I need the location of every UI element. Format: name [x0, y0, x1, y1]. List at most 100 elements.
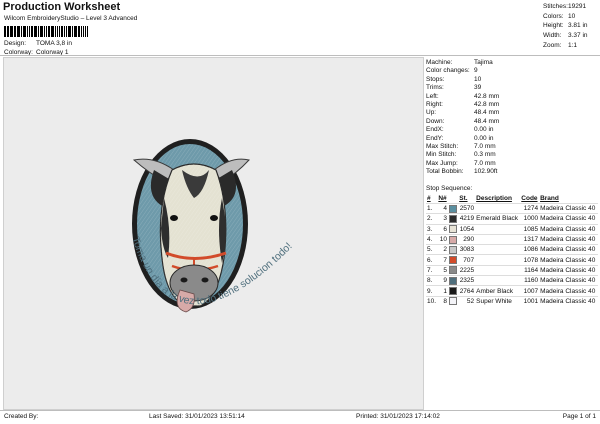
row-stitches: 52	[458, 295, 476, 306]
param-value: 48.4 mm	[474, 109, 500, 117]
row-stitches: 2570	[458, 202, 476, 214]
row-brand: Madeira Classic 40	[539, 233, 598, 245]
colors-label: Colors:	[543, 12, 564, 20]
param-value: 102.90ft	[474, 168, 498, 176]
row-stitches: 2325	[458, 275, 476, 286]
row-stitches: 4219	[458, 213, 476, 225]
param-row: Min Stitch: 0.3 mm	[426, 151, 499, 159]
param-value: 0.00 in	[474, 126, 494, 134]
row-index: 9.	[426, 285, 438, 297]
table-row: 2. 3 4219 Emerald Black 1000 Madeira Classic …	[426, 213, 598, 225]
row-stitches: 707	[458, 254, 476, 266]
colors-value: 10	[568, 12, 576, 20]
param-value: 0.00 in	[474, 134, 494, 142]
param-label: Color changes:	[426, 67, 470, 75]
param-row: Down: 48.4 mm	[426, 118, 499, 126]
worksheet-title: Production Worksheet	[3, 1, 121, 13]
row-code: 1007	[520, 285, 540, 297]
param-label: Stops:	[426, 75, 445, 83]
color-swatch	[448, 235, 457, 244]
row-code: 1274	[520, 202, 540, 214]
table-row: 10. 8 52 Super White 1001 Madeira Classic 40	[426, 295, 598, 306]
barcode-bar	[15, 26, 17, 37]
row-index: 3.	[426, 223, 438, 235]
param-label: EndX:	[426, 126, 444, 134]
barcode-bar	[60, 26, 62, 37]
row-swatch	[447, 213, 459, 225]
row-stitches: 290	[458, 233, 476, 245]
col-brand: Brand	[540, 195, 559, 202]
param-label: Max Stitch:	[426, 143, 459, 151]
color-swatch	[448, 266, 457, 275]
col-needle: N#	[438, 195, 447, 202]
barcode-bar	[24, 26, 26, 37]
table-row: 3. 6 1054 1085 Madeira Classic 40	[426, 223, 598, 235]
row-brand: Madeira Classic 40	[539, 213, 598, 225]
row-needle: 7	[437, 254, 448, 266]
col-swatch	[448, 194, 458, 204]
barcode-bar	[63, 26, 66, 37]
row-code: 1000	[520, 213, 540, 225]
param-row: Right: 42.8 mm	[426, 101, 499, 109]
row-description	[475, 254, 521, 266]
barcode-bar	[41, 26, 43, 37]
row-brand: Madeira Classic 40	[539, 244, 598, 255]
zoom-label: Zoom:	[543, 41, 562, 49]
row-swatch	[447, 244, 459, 255]
col-index: #	[427, 195, 431, 202]
design-preview: Toma un día a la vez todo tiene solucion…	[3, 57, 424, 410]
row-index: 10.	[426, 295, 438, 306]
row-swatch	[447, 233, 459, 245]
row-swatch	[447, 254, 459, 266]
barcode-bar	[71, 26, 73, 37]
param-label: Down:	[426, 117, 445, 125]
footer-divider	[0, 410, 600, 411]
row-description	[475, 202, 521, 214]
param-row: Max Stitch: 7.0 mm	[426, 143, 499, 151]
header-divider	[0, 55, 600, 56]
param-value: 7.0 mm	[474, 159, 496, 167]
param-label: Up:	[426, 109, 437, 117]
row-brand: Madeira Classic 40	[539, 254, 598, 266]
table-row: 1. 4 2570 1274 Madeira Classic 40	[426, 202, 598, 214]
barcode-bar	[4, 26, 6, 37]
param-value: 7.0 mm	[474, 143, 496, 151]
param-label: Max Jump:	[426, 159, 458, 167]
col-description: Description	[476, 195, 512, 202]
stitches-label: Stitches:	[543, 3, 568, 10]
param-row: Left: 42.8 mm	[426, 93, 499, 101]
param-row: Up: 48.4 mm	[426, 109, 499, 117]
param-label: EndY:	[426, 134, 444, 142]
barcode-bar	[77, 26, 79, 37]
color-swatch	[448, 225, 457, 234]
row-brand: Madeira Classic 40	[539, 285, 598, 297]
table-header-row: # N# St. Description Code Brand	[426, 194, 598, 204]
color-swatch	[448, 204, 457, 213]
param-row: Trims: 39	[426, 84, 499, 92]
barcode-bar	[11, 26, 13, 37]
row-description	[475, 233, 521, 245]
row-swatch	[447, 264, 459, 276]
machine-parameters: Machine: Tajima Color changes: 9 Stops: 10 Tri…	[426, 59, 499, 177]
param-row: Max Jump: 7.0 mm	[426, 160, 499, 168]
color-swatch	[448, 214, 457, 223]
software-subtitle: Wilcom EmbroideryStudio – Level 3 Advanc…	[4, 15, 138, 22]
col-code: Code	[521, 195, 538, 202]
barcode-bar	[56, 26, 59, 37]
zoom-value: 1:1	[568, 41, 578, 49]
color-swatch	[448, 245, 457, 254]
row-needle: 6	[437, 223, 448, 235]
row-swatch	[447, 202, 459, 214]
barcode	[4, 26, 88, 37]
barcode-bar	[54, 26, 56, 37]
row-swatch	[447, 223, 459, 235]
barcode-bar	[83, 26, 84, 37]
row-brand: Madeira Classic 40	[539, 295, 598, 306]
table-row: 9. 1 2764 Amber Black 1007 Madeira Classic 40	[426, 285, 598, 297]
design-value: TOMA 3,8 in	[36, 40, 73, 47]
row-needle: 8	[437, 295, 448, 306]
barcode-bar	[9, 26, 11, 37]
row-stitches: 1054	[458, 223, 476, 235]
row-index: 2.	[426, 213, 438, 225]
param-row: Machine: Tajima	[426, 59, 499, 67]
